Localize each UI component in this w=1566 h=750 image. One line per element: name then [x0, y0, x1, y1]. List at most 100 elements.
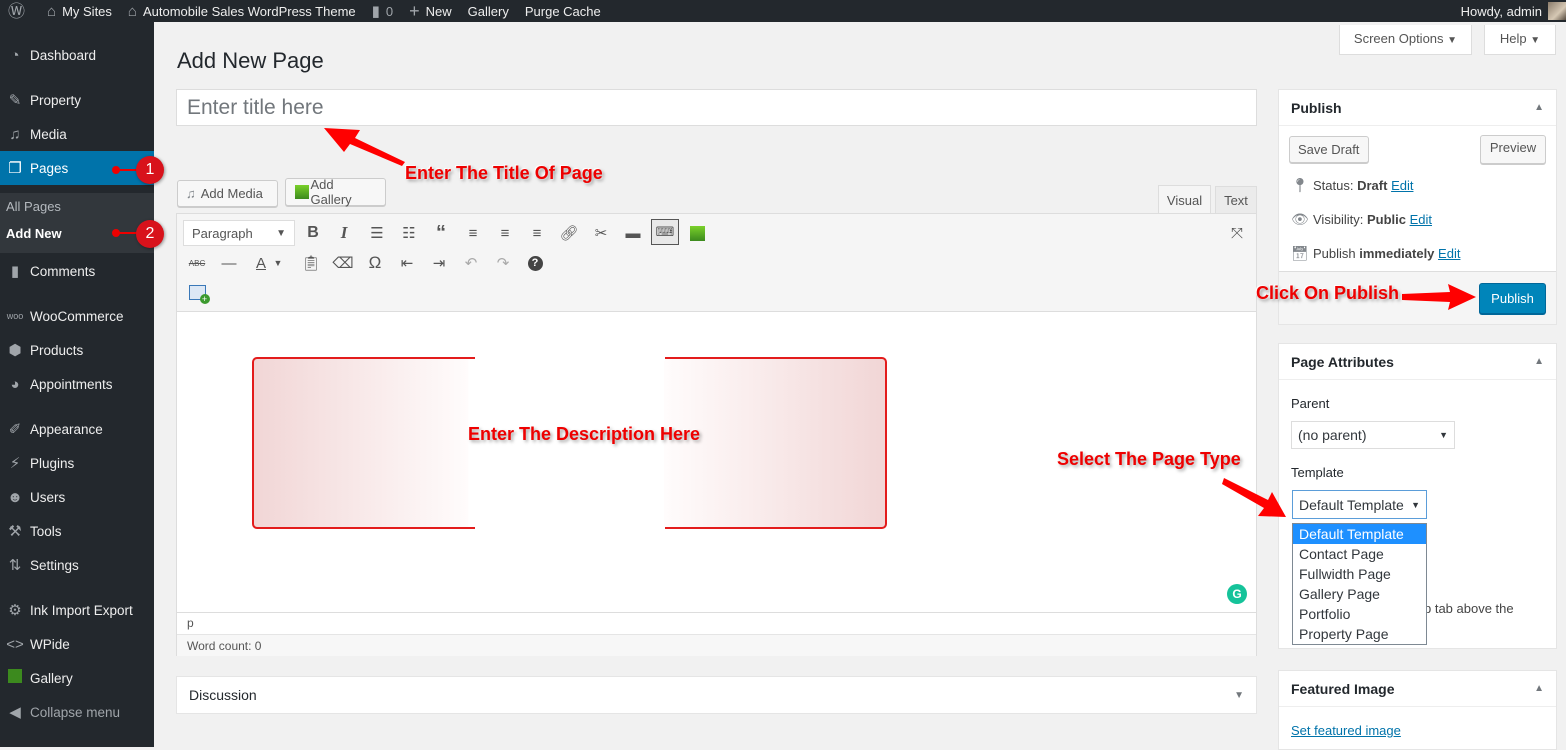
pages-submenu: All Pages Add New	[0, 193, 154, 253]
insert-form-icon[interactable]: +	[185, 280, 210, 304]
clear-formatting-icon[interactable]: ⌫	[331, 251, 355, 275]
template-option[interactable]: Gallery Page	[1293, 584, 1426, 604]
comments-link[interactable]: ▮ 0	[364, 0, 402, 22]
comment-icon: ▮	[371, 2, 380, 20]
preview-button[interactable]: Preview	[1480, 135, 1546, 164]
sidebar-item-appointments[interactable]: ◕ Appointments	[0, 367, 154, 401]
wordpress-logo[interactable]: Ⓦ	[0, 0, 39, 22]
pin-icon: 📍︎	[1291, 177, 1309, 193]
description-box-gap-top	[475, 355, 665, 361]
purge-cache-link[interactable]: Purge Cache	[517, 0, 609, 22]
dashboard-icon: ◔	[10, 46, 20, 64]
undo-icon[interactable]: ↶	[459, 251, 483, 275]
template-label: Template	[1291, 465, 1344, 480]
sidebar-item-dashboard[interactable]: ◔ Dashboard	[0, 38, 154, 72]
step-badge-2: 2	[136, 220, 164, 248]
sidebar-item-pages[interactable]: ❐ Pages	[0, 151, 154, 185]
blockquote-icon[interactable]: “	[429, 221, 453, 245]
unlink-icon[interactable]: ✂	[589, 221, 613, 245]
grammarly-icon[interactable]: G	[1227, 584, 1247, 604]
template-option[interactable]: Property Page	[1293, 624, 1426, 644]
site-name-link[interactable]: ⌂ Automobile Sales WordPress Theme	[120, 0, 364, 22]
add-media-button[interactable]: ♫ Add Media	[177, 180, 278, 207]
annotation-description: Enter The Description Here	[468, 424, 701, 444]
horizontal-line-icon[interactable]: —	[217, 251, 241, 275]
collapse-menu-button[interactable]: ◀ Collapse menu	[0, 695, 154, 729]
align-center-icon[interactable]: ≡	[493, 221, 517, 245]
edit-visibility-link[interactable]: Edit	[1410, 212, 1432, 227]
redo-icon[interactable]: ↷	[491, 251, 515, 275]
sidebar-item-users[interactable]: ☻ Users	[0, 480, 154, 514]
link-icon[interactable]: 🔗︎	[557, 221, 581, 245]
sidebar-item-tools[interactable]: ⚒ Tools	[0, 514, 154, 548]
template-select[interactable]: Default Template ▼	[1292, 490, 1427, 519]
sidebar-item-ink-import-export[interactable]: ⚙ Ink Import Export	[0, 593, 154, 627]
tab-visual[interactable]: Visual	[1158, 185, 1211, 214]
featured-image-header[interactable]: Featured Image ▲	[1279, 671, 1556, 707]
sidebar-item-products[interactable]: ⬢ Products	[0, 333, 154, 367]
edit-status-link[interactable]: Edit	[1391, 178, 1413, 193]
sidebar-item-appearance[interactable]: ✐ Appearance	[0, 412, 154, 446]
sidebar-item-woocommerce[interactable]: woo WooCommerce	[0, 299, 154, 333]
caret-down-icon[interactable]: ▼	[271, 251, 285, 275]
sidebar-item-wpide[interactable]: <> WPide	[0, 627, 154, 661]
publish-box-header[interactable]: Publish ▲	[1279, 90, 1556, 126]
sidebar-item-settings[interactable]: ⇅ Settings	[0, 548, 154, 582]
collapse-icon: ◀	[9, 704, 21, 721]
sidebar-item-gallery[interactable]: Gallery	[0, 661, 154, 695]
bullet-list-icon[interactable]: ☰	[365, 221, 389, 245]
brush-icon: ✐	[8, 421, 22, 438]
sidebar-item-plugins[interactable]: ⚡ Plugins	[0, 446, 154, 480]
strikethrough-icon[interactable]: ABC	[185, 251, 209, 275]
page-attributes-header[interactable]: Page Attributes ▲	[1279, 344, 1556, 380]
annotation-publish: Click On Publish	[1256, 283, 1400, 303]
page-attributes-box: Page Attributes ▲ Parent (no parent) ▼ Tem…	[1278, 343, 1557, 649]
gallery-insert-icon[interactable]	[685, 221, 709, 245]
set-featured-image-link[interactable]: Set featured image	[1291, 723, 1401, 738]
caret-down-icon: ▼	[1439, 430, 1448, 440]
read-more-icon[interactable]: ▬	[621, 221, 645, 245]
gallery-link[interactable]: Gallery	[460, 0, 517, 22]
account-menu[interactable]: Howdy, admin	[1453, 0, 1566, 22]
caret-down-icon: ▼	[1234, 689, 1244, 701]
sidebar-item-media[interactable]: ♫ Media	[0, 117, 154, 151]
pages-icon: ❐	[8, 160, 22, 177]
special-character-icon[interactable]: Ω	[363, 251, 387, 275]
submenu-add-new[interactable]: Add New	[6, 226, 62, 241]
help-icon[interactable]: ?	[523, 251, 547, 275]
template-option[interactable]: Fullwidth Page	[1293, 564, 1426, 584]
fullscreen-icon[interactable]: ⤧	[1225, 221, 1249, 245]
bold-icon[interactable]: B	[301, 221, 325, 245]
save-draft-button[interactable]: Save Draft	[1289, 136, 1369, 163]
format-select[interactable]: Paragraph ▼	[183, 220, 295, 246]
gallery-icon	[295, 185, 309, 199]
my-sites-link[interactable]: ⌂ My Sites	[39, 0, 120, 22]
caret-down-icon: ▼	[1530, 35, 1541, 46]
new-content-link[interactable]: + New	[401, 0, 460, 22]
align-right-icon[interactable]: ≡	[525, 221, 549, 245]
align-left-icon[interactable]: ≡	[461, 221, 485, 245]
text-color-icon[interactable]: A	[249, 251, 273, 275]
publish-button[interactable]: Publish	[1479, 283, 1546, 314]
tab-text[interactable]: Text	[1215, 186, 1257, 214]
edit-publish-date-link[interactable]: Edit	[1438, 246, 1460, 261]
screen-options-button[interactable]: Screen Options ▼	[1339, 25, 1472, 55]
paste-text-icon[interactable]: 📋︎	[299, 251, 323, 275]
sidebar-item-property[interactable]: ✎ Property	[0, 83, 154, 117]
parent-select[interactable]: (no parent) ▼	[1291, 421, 1455, 449]
toolbar-toggle-icon[interactable]: ⌨	[651, 219, 679, 245]
italic-icon[interactable]: I	[332, 221, 356, 245]
template-option[interactable]: Contact Page	[1293, 544, 1426, 564]
wordpress-icon: Ⓦ	[8, 1, 25, 21]
add-gallery-button[interactable]: Add Gallery	[285, 177, 386, 207]
submenu-all-pages[interactable]: All Pages	[6, 199, 61, 214]
numbered-list-icon[interactable]: ☷	[397, 221, 421, 245]
sidebar-item-comments[interactable]: ▮ Comments	[0, 254, 154, 288]
indent-icon[interactable]: ⇥	[427, 251, 451, 275]
outdent-icon[interactable]: ⇤	[395, 251, 419, 275]
discussion-panel[interactable]: Discussion ▼	[176, 676, 1257, 714]
help-button[interactable]: Help ▼	[1484, 25, 1556, 55]
template-option[interactable]: Portfolio	[1293, 604, 1426, 624]
template-option[interactable]: Default Template	[1293, 524, 1426, 544]
title-input[interactable]	[176, 89, 1257, 126]
